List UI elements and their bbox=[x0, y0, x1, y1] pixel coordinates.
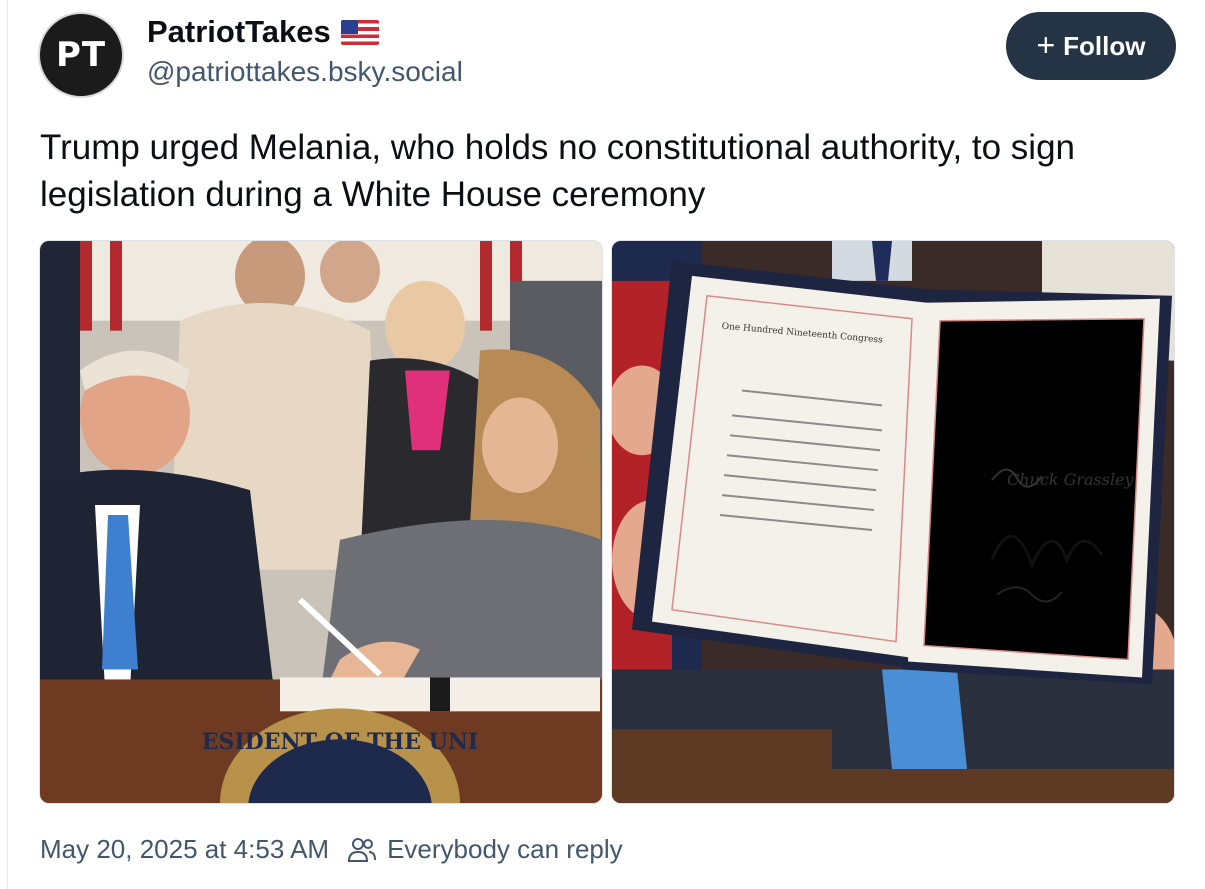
display-name-row: PatriotTakes bbox=[147, 14, 463, 50]
photo-signed-bill[interactable]: One Hundred Nineteenth Congress Chuck Gr… bbox=[611, 240, 1175, 804]
plus-icon: + bbox=[1036, 26, 1056, 63]
avatar[interactable]: PT bbox=[38, 12, 124, 98]
author-handle[interactable]: @patriottakes.bsky.social bbox=[147, 56, 463, 88]
signature-grassley: Chuck Grassley bbox=[1007, 470, 1135, 489]
thread-left-border bbox=[7, 0, 8, 889]
post-header: PT PatriotTakes @patriottakes.bsky.socia… bbox=[38, 10, 1178, 100]
reply-setting[interactable]: Everybody can reply bbox=[387, 834, 623, 865]
post-timestamp[interactable]: May 20, 2025 at 4:53 AM bbox=[40, 834, 329, 865]
people-icon bbox=[348, 837, 377, 862]
display-name[interactable]: PatriotTakes bbox=[147, 14, 331, 50]
seal-text: ESIDENT OF THE UNI bbox=[202, 729, 478, 755]
avatar-initials: PT bbox=[55, 35, 107, 75]
author-names: PatriotTakes @patriottakes.bsky.social bbox=[147, 14, 463, 88]
follow-button-label: Follow bbox=[1063, 30, 1146, 61]
photo-signing-ceremony-image: ESIDENT OF THE UNI bbox=[40, 241, 602, 803]
post-footer: May 20, 2025 at 4:53 AM Everybody can re… bbox=[40, 834, 623, 865]
follow-button[interactable]: + Follow bbox=[1006, 12, 1176, 80]
photo-signed-bill-image: One Hundred Nineteenth Congress Chuck Gr… bbox=[612, 241, 1174, 803]
image-grid: ESIDENT OF THE UNI One Hundred Nineteent… bbox=[39, 240, 1175, 804]
photo-signing-ceremony[interactable]: ESIDENT OF THE UNI bbox=[39, 240, 603, 804]
us-flag-icon bbox=[340, 19, 379, 45]
post-text: Trump urged Melania, who holds no consti… bbox=[40, 128, 1076, 214]
